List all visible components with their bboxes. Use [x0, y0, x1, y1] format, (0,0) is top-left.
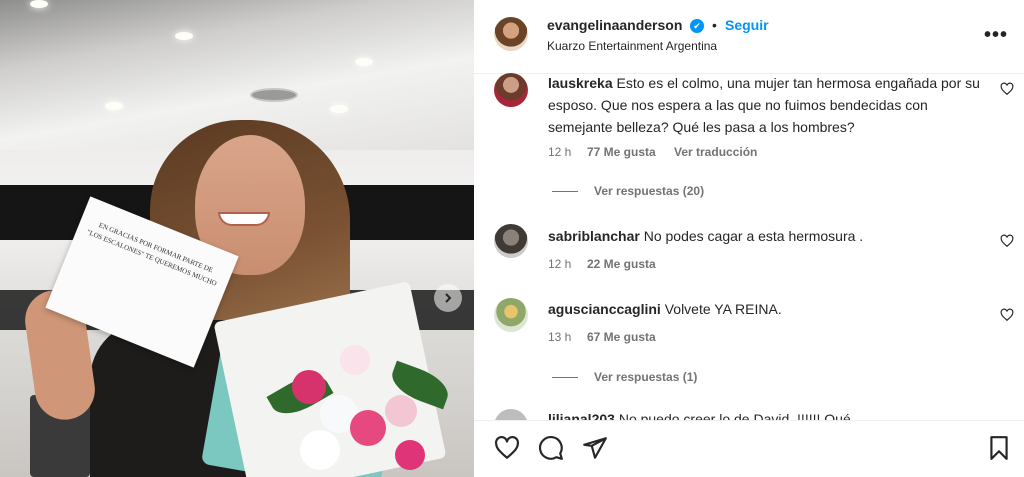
- chevron-right-icon: [445, 293, 452, 303]
- comment-time: 12 h: [548, 257, 572, 271]
- ceiling-light: [355, 58, 373, 66]
- bouquet-flower: [395, 440, 425, 470]
- comment-username[interactable]: lauskreka: [548, 75, 613, 91]
- verified-badge-icon: ✔: [690, 19, 704, 33]
- comment-username[interactable]: aguscianccaglini: [548, 301, 661, 317]
- ceiling-light: [30, 0, 48, 8]
- view-replies-label: Ver respuestas (1): [594, 370, 698, 384]
- comment-avatar[interactable]: [494, 409, 528, 420]
- comment-body: lilianal203 No puedo creer lo de David..…: [548, 408, 988, 420]
- comment-likes[interactable]: 22 Me gusta: [587, 257, 656, 271]
- like-comment-heart-icon[interactable]: [1000, 82, 1014, 96]
- follow-button[interactable]: Seguir: [725, 17, 769, 33]
- author-avatar[interactable]: [494, 17, 528, 51]
- bouquet-flower: [292, 370, 326, 404]
- like-comment-heart-icon[interactable]: [1000, 234, 1014, 248]
- replies-line: [552, 190, 578, 192]
- comment-time: 12 h: [548, 145, 572, 159]
- comment-avatar[interactable]: [494, 298, 528, 332]
- bouquet-flower: [350, 410, 386, 446]
- separator-dot: •: [712, 17, 717, 33]
- ceiling-light: [330, 105, 348, 113]
- comment-body: sabriblanchar No podes cagar a esta herm…: [548, 225, 988, 247]
- post-photo[interactable]: EN GRACIAS POR FORMAR PARTE DE "LOS ESCA…: [0, 0, 474, 477]
- comment-text: Volvete YA REINA.: [664, 301, 782, 317]
- comment-likes[interactable]: 67 Me gusta: [587, 330, 656, 344]
- share-icon[interactable]: [582, 435, 608, 461]
- heart-icon[interactable]: [494, 435, 520, 461]
- ceiling-light: [175, 32, 193, 40]
- comment-body: aguscianccaglini Volvete YA REINA.: [548, 298, 988, 320]
- comment-username[interactable]: lilianal203: [548, 411, 615, 420]
- post-location[interactable]: Kuarzo Entertainment Argentina: [547, 39, 717, 53]
- post-side-panel: evangelinaanderson ✔ • Seguir Kuarzo Ent…: [474, 0, 1024, 477]
- see-translation-link[interactable]: Ver traducción: [674, 145, 757, 159]
- comment-avatar[interactable]: [494, 224, 528, 258]
- bookmark-icon[interactable]: [986, 435, 1012, 461]
- comment-avatar[interactable]: [494, 73, 528, 107]
- comment-username[interactable]: sabriblanchar: [548, 228, 640, 244]
- view-replies-button[interactable]: Ver respuestas (1): [552, 370, 697, 384]
- bouquet-flower: [300, 430, 340, 470]
- replies-line: [552, 376, 578, 378]
- post-header: evangelinaanderson ✔ • Seguir Kuarzo Ent…: [474, 0, 1024, 74]
- ceiling-light: [105, 102, 123, 110]
- comment-likes[interactable]: 77 Me gusta: [587, 145, 656, 159]
- comment-text: Esto es el colmo, una mujer tan hermosa …: [548, 75, 980, 135]
- bouquet-flower: [385, 395, 417, 427]
- post-action-bar: [474, 420, 1024, 477]
- view-replies-label: Ver respuestas (20): [594, 184, 705, 198]
- person-smile: [218, 212, 270, 226]
- like-comment-heart-icon[interactable]: [1000, 308, 1014, 322]
- bouquet-flower: [340, 345, 370, 375]
- author-username[interactable]: evangelinaanderson: [547, 17, 682, 33]
- ceiling-vent: [250, 88, 298, 102]
- comment-body: lauskreka Esto es el colmo, una mujer ta…: [548, 72, 988, 138]
- comment-icon[interactable]: [538, 435, 564, 461]
- comment-row-partial: lilianal203 No puedo creer lo de David..…: [474, 404, 1024, 420]
- more-options-icon[interactable]: •••: [984, 24, 1008, 47]
- view-replies-button[interactable]: Ver respuestas (20): [552, 184, 704, 198]
- next-photo-button[interactable]: [434, 284, 462, 312]
- comment-time: 13 h: [548, 330, 572, 344]
- comment-text: No puedo creer lo de David..!!!!!! Qué: [618, 411, 851, 420]
- comment-text: No podes cagar a esta hermosura .: [643, 228, 864, 244]
